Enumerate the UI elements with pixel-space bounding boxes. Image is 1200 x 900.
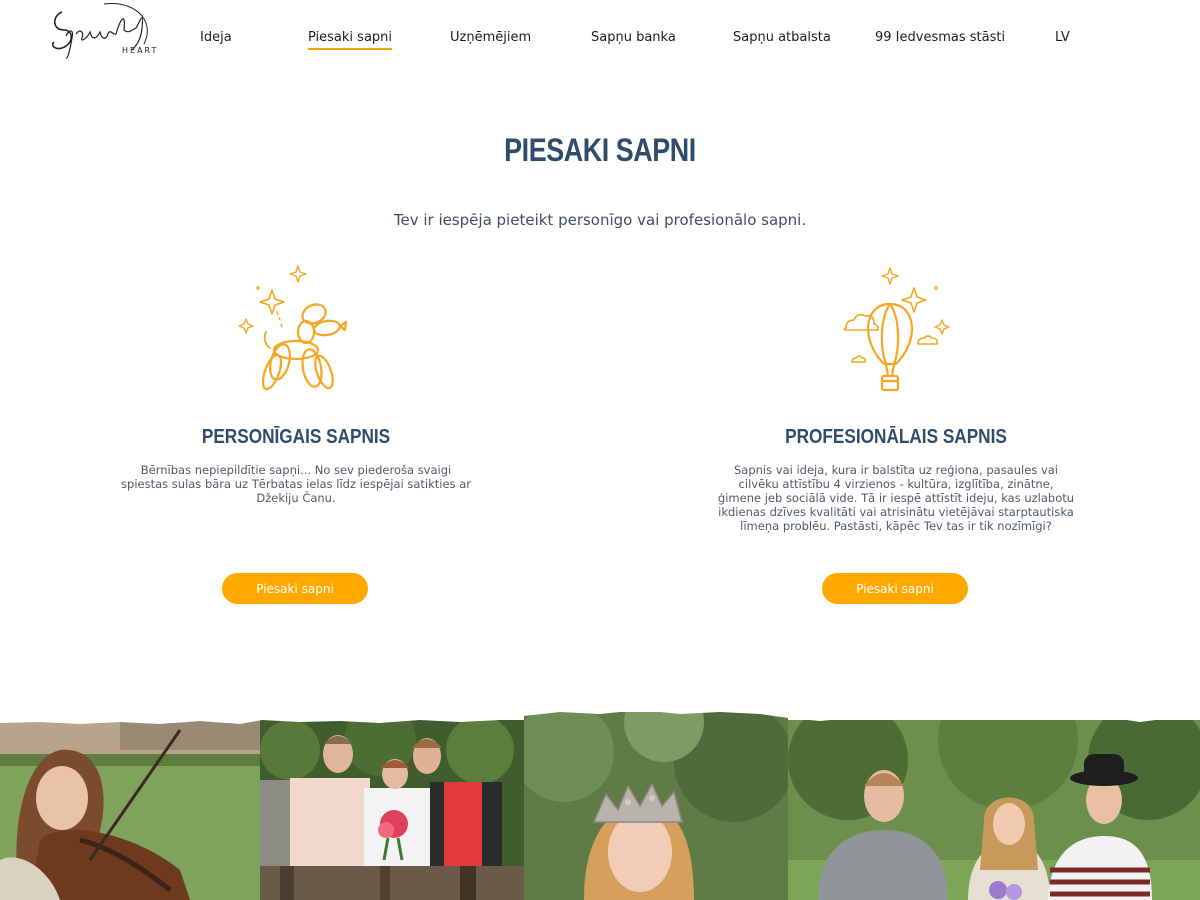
submit-personal-dream-button[interactable]: Piesaki sapni: [222, 573, 368, 604]
language-selector[interactable]: LV: [1055, 30, 1070, 45]
personal-dream-description: Bērnības nepiepildītie sapņi... No sev p…: [121, 463, 471, 505]
nav-item-uznemejiem[interactable]: Uzņēmējiem: [450, 30, 531, 45]
violinist-photo: [0, 720, 262, 900]
page-intro: Tev ir iespēja pieteikt personīgo vai pr…: [393, 211, 807, 229]
three-friends-photo: [788, 720, 1200, 900]
group-with-flowers-photo: [260, 720, 524, 866]
forest-photo: [260, 866, 524, 900]
page-title: PIESAKI SAPNI: [504, 132, 696, 168]
nav-item-sapnu-atbalsta[interactable]: Sapņu atbalsta: [733, 30, 831, 45]
site-header: HEART Ideja Piesaki sapni Uzņēmējiem Sap…: [0, 0, 1200, 80]
professional-dream-title: PROFESIONĀLAIS SAPNIS: [785, 426, 1007, 448]
nav-item-piesaki-sapni[interactable]: Piesaki sapni: [308, 30, 393, 50]
professional-dream-description: Sapnis vai ideja, kura ir balstīta uz re…: [717, 463, 1075, 533]
torn-paper-edge: [0, 700, 1200, 734]
nav-item-sapnu-banka[interactable]: Sapņu banka: [591, 30, 676, 45]
main-nav: Ideja Piesaki sapni Uzņēmējiem Sapņu ban…: [0, 30, 1200, 54]
woman-with-crown-photo: [524, 712, 788, 900]
personal-dream-title: PERSONĪGAIS SAPNIS: [201, 426, 391, 448]
nav-item-ideja[interactable]: Ideja: [200, 30, 232, 45]
balloon-dog-icon: [236, 262, 356, 402]
nav-item-99-stasti[interactable]: 99 Iedvesmas stāsti: [875, 30, 1005, 45]
submit-professional-dream-button[interactable]: Piesaki sapni: [822, 573, 968, 604]
hot-air-balloon-icon: [836, 262, 956, 402]
